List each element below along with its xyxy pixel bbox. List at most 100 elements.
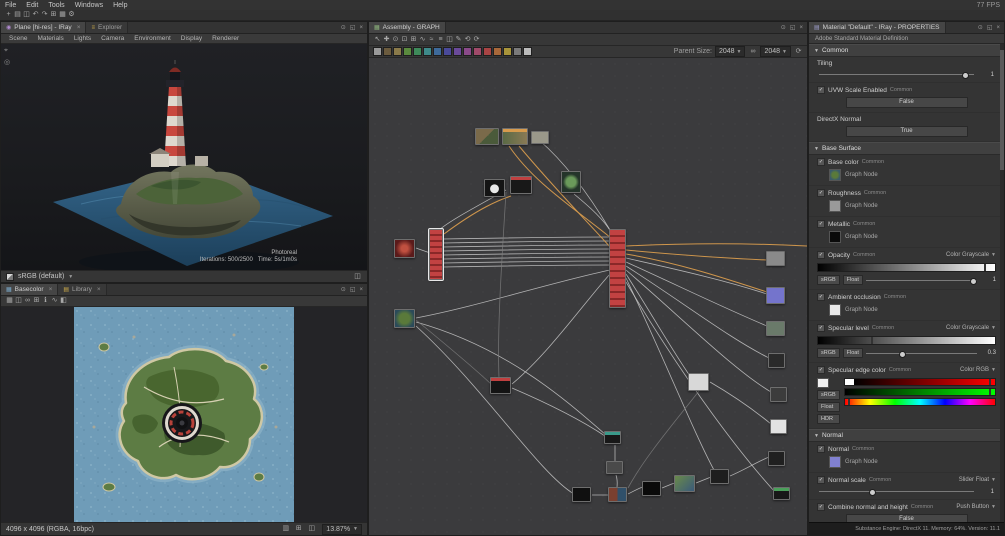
viewport-menu-renderer[interactable]: Renderer — [208, 35, 243, 42]
graph-node-17[interactable] — [770, 419, 787, 434]
viewport-2d[interactable] — [1, 307, 367, 522]
menu-edit[interactable]: Edit — [21, 2, 43, 9]
graph-node-ref[interactable]: Graph Node — [829, 169, 996, 181]
copy-icon[interactable]: ⊞ — [49, 10, 58, 20]
value-type-select[interactable]: Color RGB ▼ — [960, 367, 996, 373]
filter-icon[interactable]: ∿ — [50, 296, 59, 306]
tile-icon[interactable]: ⊞ — [294, 524, 303, 534]
tab-properties[interactable]: ▤ Material "Default" - IRay - PROPERTIES — [809, 22, 946, 33]
float-icon[interactable]: ◱ — [790, 24, 796, 31]
graph-node-8[interactable] — [428, 228, 444, 281]
edit-icon[interactable]: ✎ — [454, 35, 463, 45]
checkbox[interactable] — [817, 189, 825, 197]
float-button[interactable]: Float — [842, 348, 863, 358]
checkbox[interactable] — [817, 476, 825, 484]
graph-node-21[interactable] — [604, 431, 621, 444]
menu-file[interactable]: File — [0, 2, 21, 9]
graph-node-4[interactable] — [484, 179, 505, 197]
pan-icon[interactable]: ✚ — [382, 35, 391, 45]
graph-node-23[interactable] — [572, 487, 591, 502]
graph-node-22[interactable] — [606, 461, 623, 474]
tab-graph[interactable]: ▦ Assembly - GRAPH — [369, 22, 446, 33]
srgb-button[interactable]: sRGB — [817, 275, 840, 285]
undo-arrow-icon[interactable]: ⟲ — [463, 35, 472, 45]
checkbox[interactable] — [817, 158, 825, 166]
section-common[interactable]: ▼ Common — [809, 44, 1004, 57]
list-icon[interactable]: ≡ — [436, 35, 445, 45]
checkbox[interactable] — [817, 251, 825, 259]
info-icon[interactable]: ℹ — [41, 296, 50, 306]
hue-slider[interactable] — [843, 398, 996, 406]
node-type-swatch-9[interactable] — [463, 47, 472, 56]
redo-icon[interactable]: ↷ — [40, 10, 49, 20]
close-icon[interactable]: × — [799, 25, 803, 31]
redo-arrow-icon[interactable]: ⟳ — [472, 35, 481, 45]
srgb-button[interactable]: sRGB — [817, 390, 840, 400]
open-icon[interactable]: ▤ — [13, 10, 22, 20]
section-normal[interactable]: ▼ Normal — [809, 429, 1004, 442]
checkbox[interactable] — [817, 293, 825, 301]
viewport-3d[interactable]: ⌖ ◎ Photoreal Iterations: 500/2500 Time:… — [1, 44, 367, 270]
graph-node-ref[interactable]: Graph Node — [829, 456, 996, 468]
checkbox[interactable] — [817, 445, 825, 453]
zoom-icon[interactable]: ⊙ — [391, 35, 400, 45]
settings-icon[interactable]: ⚙ — [67, 10, 76, 20]
viewport-menu-lights[interactable]: Lights — [70, 35, 95, 42]
image-icon[interactable]: ▦ — [5, 296, 14, 306]
target-icon[interactable]: ⌖ — [4, 47, 10, 55]
srgb-button[interactable]: sRGB — [817, 348, 840, 358]
value-type-select[interactable]: Color Grayscale ▼ — [946, 252, 996, 258]
float-icon[interactable]: ◱ — [350, 24, 356, 31]
menu-windows[interactable]: Windows — [70, 2, 108, 9]
tile-icon[interactable]: ⊞ — [32, 296, 41, 306]
graph-node-14[interactable] — [766, 321, 785, 336]
checkbox[interactable] — [817, 220, 825, 228]
graph-node-1[interactable] — [475, 128, 499, 145]
checkbox[interactable] — [817, 503, 825, 511]
graph-node-15[interactable] — [768, 353, 785, 368]
value-type-select[interactable]: Slider Float ▼ — [959, 477, 996, 483]
tab-basecolor[interactable]: ▦ Basecolor × — [1, 284, 59, 295]
float-button[interactable]: Float — [842, 275, 863, 285]
opacity-slider[interactable] — [865, 277, 978, 285]
pin-icon[interactable]: ⊙ — [341, 286, 346, 293]
specular-level-slider[interactable] — [865, 350, 978, 358]
graph-node-ref[interactable]: Graph Node — [829, 231, 996, 243]
node-type-swatch-1[interactable] — [383, 47, 392, 56]
normal-scale-slider[interactable] — [819, 488, 974, 496]
node-type-swatch-5[interactable] — [423, 47, 432, 56]
viewport-menu-scene[interactable]: Scene — [5, 35, 31, 42]
link-icon[interactable]: ∞ — [23, 296, 32, 306]
pin-icon[interactable]: ⊙ — [781, 24, 786, 31]
new-icon[interactable]: + — [4, 10, 13, 20]
split-icon[interactable]: ◫ — [445, 35, 454, 45]
select-icon[interactable]: ↖ — [373, 35, 382, 45]
float-icon[interactable]: ◱ — [987, 24, 993, 31]
frame-icon[interactable]: ⊡ — [400, 35, 409, 45]
link-icon[interactable]: ∞ — [748, 47, 757, 57]
graph-node-13[interactable] — [766, 287, 785, 304]
graph-node-2[interactable] — [502, 128, 528, 145]
node-type-swatch-6[interactable] — [433, 47, 442, 56]
graph-node-ref[interactable]: Graph Node — [829, 304, 996, 316]
parent-size-height-select[interactable]: 2048 ▼ — [760, 46, 791, 57]
color-preview[interactable] — [817, 378, 829, 388]
wave-icon[interactable]: ≈ — [427, 35, 436, 45]
viewport-menu-camera[interactable]: Camera — [97, 35, 128, 42]
grayscale-gradient[interactable] — [817, 263, 996, 272]
snap-icon[interactable]: ⊞ — [409, 35, 418, 45]
close-icon[interactable]: × — [996, 25, 1000, 31]
close-icon[interactable]: × — [49, 286, 53, 293]
viewport-menu-environment[interactable]: Environment — [130, 35, 175, 42]
grayscale-gradient[interactable] — [817, 336, 996, 345]
graph-node-6[interactable] — [561, 171, 581, 193]
graph-node-16[interactable] — [770, 387, 787, 402]
graph-node-3[interactable] — [531, 131, 549, 144]
float-button[interactable]: Float — [817, 402, 840, 412]
checkbox[interactable] — [817, 366, 825, 374]
value-type-select[interactable]: Color Grayscale ▼ — [946, 325, 996, 331]
close-icon[interactable]: × — [359, 25, 363, 31]
float-icon[interactable]: ◱ — [350, 286, 356, 293]
node-type-swatch-8[interactable] — [453, 47, 462, 56]
close-icon[interactable]: × — [97, 286, 101, 293]
